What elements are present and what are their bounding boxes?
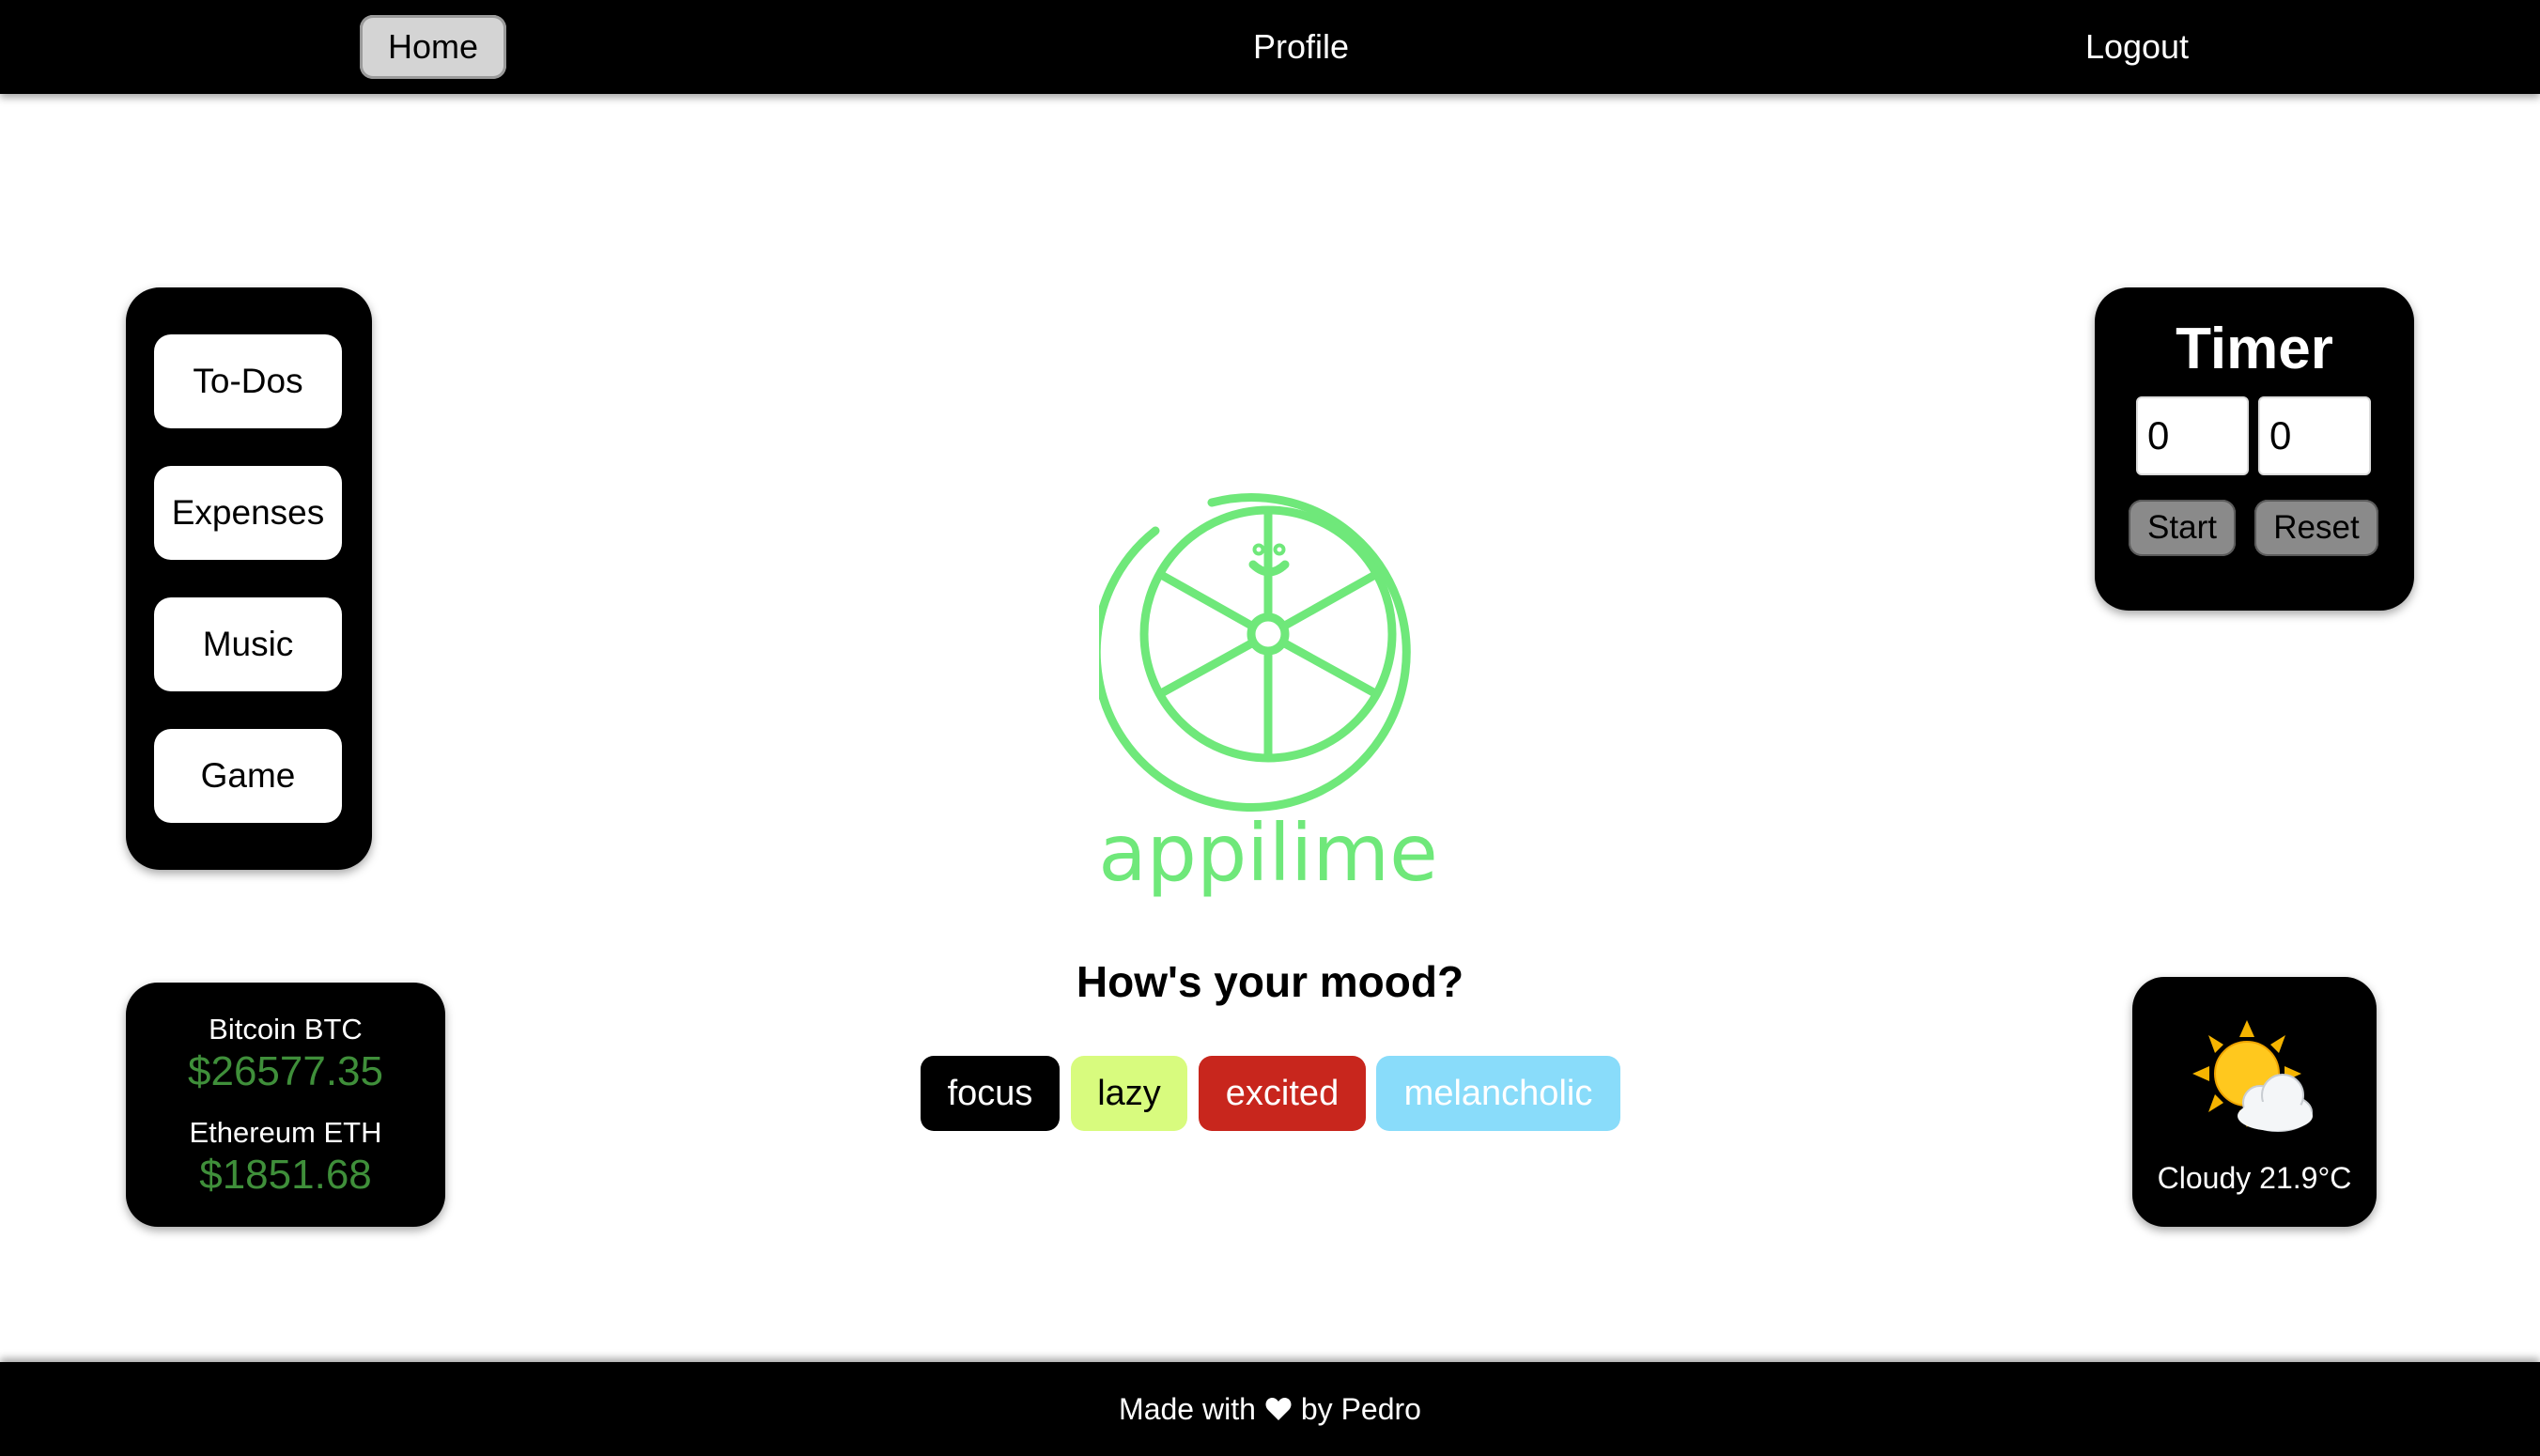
weather-card: Cloudy 21.9°C: [2132, 977, 2377, 1227]
timer-seconds-input[interactable]: [2258, 396, 2371, 475]
mood-melancholic-button[interactable]: melancholic: [1376, 1056, 1620, 1131]
heart-icon: [1265, 1397, 1292, 1421]
bitcoin-label: Bitcoin BTC: [209, 1013, 363, 1046]
footer-prefix: Made with: [1119, 1391, 1256, 1426]
appilime-logo: appilime: [1092, 465, 1438, 906]
expenses-button[interactable]: Expenses: [154, 466, 342, 560]
lime-icon: appilime: [1092, 493, 1438, 899]
timer-minutes-input[interactable]: [2136, 396, 2249, 475]
timer-start-button[interactable]: Start: [2129, 500, 2236, 556]
mood-lazy-button[interactable]: lazy: [1071, 1056, 1187, 1131]
timer-card: Timer Start Reset: [2095, 287, 2414, 611]
mood-focus-button[interactable]: focus: [921, 1056, 1060, 1131]
app-menu: To-Dos Expenses Music Game: [126, 287, 372, 870]
nav-home-link[interactable]: Home: [360, 15, 506, 79]
nav-profile-link[interactable]: Profile: [1207, 15, 1395, 79]
music-button[interactable]: Music: [154, 597, 342, 691]
ethereum-price: $1851.68: [199, 1152, 372, 1198]
weather-description: Cloudy 21.9°C: [2157, 1161, 2352, 1195]
mood-question: How's your mood?: [1076, 957, 1464, 1006]
footer-suffix: by Pedro: [1300, 1391, 1421, 1426]
footer: Made with by Pedro: [0, 1362, 2540, 1456]
timer-title: Timer: [2176, 317, 2333, 381]
bitcoin-price: $26577.35: [188, 1048, 383, 1094]
ethereum-label: Ethereum ETH: [189, 1116, 382, 1149]
sun-behind-cloud-icon: [2192, 1020, 2313, 1132]
logo-wordmark: appilime: [1099, 807, 1437, 899]
mood-excited-button[interactable]: excited: [1199, 1056, 1366, 1131]
game-button[interactable]: Game: [154, 729, 342, 823]
nav-logout-link[interactable]: Logout: [2043, 15, 2231, 79]
todos-button[interactable]: To-Dos: [154, 334, 342, 428]
top-navigation: Home Profile Logout: [0, 0, 2540, 94]
crypto-prices-card: Bitcoin BTC $26577.35 Ethereum ETH $1851…: [126, 983, 445, 1227]
timer-reset-button[interactable]: Reset: [2254, 500, 2378, 556]
